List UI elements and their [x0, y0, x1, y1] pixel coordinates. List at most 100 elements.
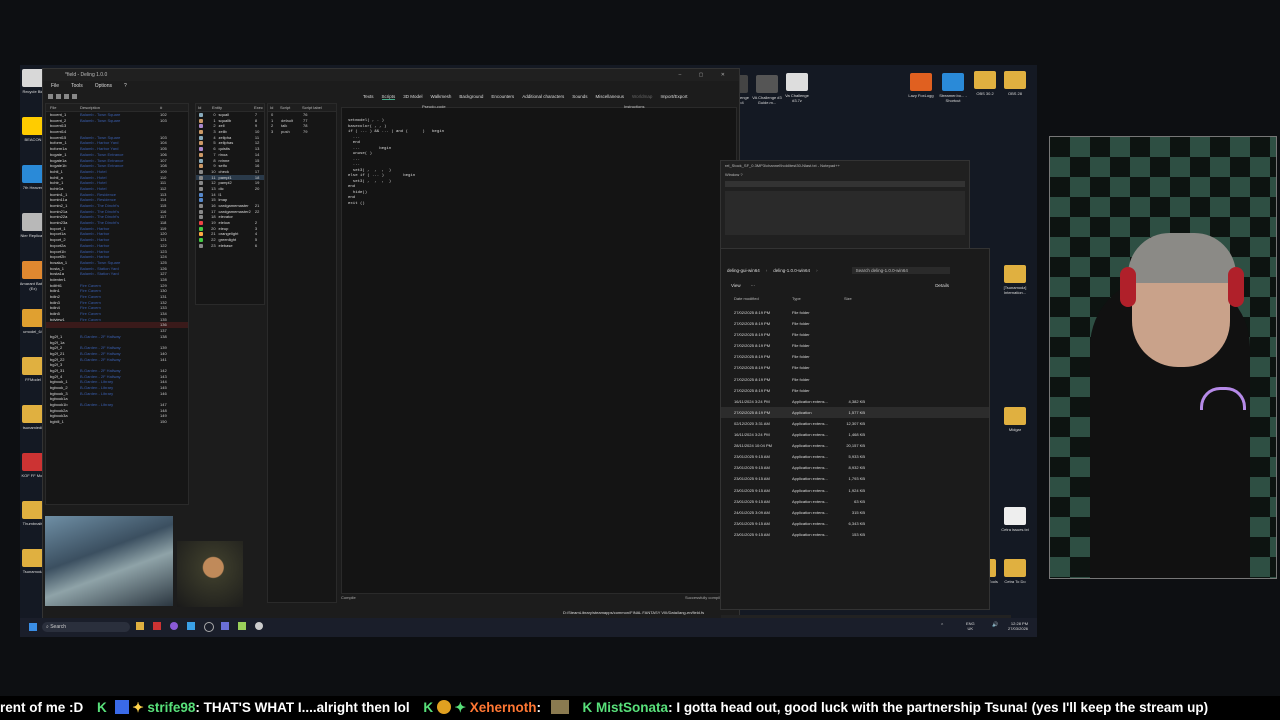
desktop-shortcut-icon[interactable] [22, 213, 44, 231]
desktop-shortcut-icon[interactable] [22, 357, 44, 375]
file-row[interactable]: 27/02/2025 8:19 PM File folder [721, 385, 989, 396]
col-file[interactable]: File [46, 104, 80, 111]
col-date-modified[interactable]: Date modified [721, 294, 792, 304]
file-row[interactable]: 23/01/2025 9:15 AM Application extens... 1… [721, 529, 989, 540]
tab-scripts[interactable]: Scripts [381, 94, 396, 100]
desktop-shortcut-icon[interactable] [22, 309, 44, 327]
desktop-shortcut-icon[interactable] [910, 73, 932, 91]
tray-chevron-up-icon[interactable]: ⌃ [940, 623, 944, 629]
menu-help[interactable]: ? [124, 81, 127, 91]
tab-3d-model[interactable]: 3D Model [403, 94, 422, 100]
tab-texts[interactable]: Texts [363, 94, 374, 100]
col-script-id[interactable]: Id [268, 104, 280, 111]
tab-pseudo-code[interactable]: Pseudo-code [422, 104, 446, 109]
menu-tools[interactable]: Tools [71, 81, 83, 91]
breadcrumb-deling-1-0-0[interactable]: deling-1.0.0-win64 [773, 268, 810, 273]
app-icon-purple[interactable] [170, 622, 178, 630]
menu-file[interactable]: File [51, 81, 59, 91]
clock[interactable]: 12:28 PM 27/03/2026 [1008, 621, 1028, 631]
desktop-shortcut-icon[interactable] [22, 117, 44, 135]
file-row[interactable]: 02/12/2020 3:31 AM Application extens... 1… [721, 418, 989, 429]
file-row[interactable]: 23/01/2025 9:15 AM Application extens... 5… [721, 451, 989, 462]
desktop-shortcut-icon[interactable] [1004, 559, 1026, 577]
compile-button[interactable]: Compile [341, 595, 356, 600]
file-row[interactable]: 27/02/2025 8:19 PM File folder [721, 318, 989, 329]
file-row[interactable]: 27/02/2025 8:19 PM Application 1,577 KB [721, 406, 989, 418]
language-indicator[interactable]: ENG UK [966, 621, 975, 631]
file-row[interactable]: 23/01/2025 9:15 AM Application extens... 1… [721, 473, 989, 484]
tab-miscellaneous[interactable]: Miscellaneous [595, 94, 624, 100]
file-row[interactable]: 23/01/2025 9:15 AM Application extens... 6… [721, 518, 989, 529]
notepad-menu[interactable]: Window ? [721, 170, 969, 179]
view-button[interactable]: View [731, 283, 741, 288]
script-row[interactable]: 3 push 79 [268, 129, 336, 135]
tab-import-export[interactable]: Import/Export [660, 94, 687, 100]
app-icon-settings[interactable] [255, 622, 263, 630]
desktop-shortcut-icon[interactable] [22, 261, 44, 279]
tab-sounds[interactable]: Sounds [572, 94, 587, 100]
file-row[interactable]: 23/01/2025 9:15 AM Application extens... 1… [721, 485, 989, 496]
app-icon-blue[interactable] [187, 622, 195, 630]
details-button[interactable]: Details [935, 283, 949, 288]
col-script[interactable]: Script [280, 104, 302, 111]
file-row[interactable]: 27/02/2025 8:19 PM File folder [721, 362, 989, 373]
notepad-toolbar[interactable] [725, 181, 965, 187]
col-entity-id[interactable]: Id [196, 104, 212, 111]
file-row[interactable]: 16/11/2024 3:24 PM Application extens... 4… [721, 396, 989, 407]
entity-row[interactable]: 23 elebase 6 [196, 243, 264, 249]
file-row[interactable]: 28/11/2024 10:04 PM Application extens...… [721, 440, 989, 451]
desktop-shortcut-icon[interactable] [22, 453, 44, 471]
file-row[interactable]: 23/01/2025 9:15 AM Application extens... 8… [721, 462, 989, 473]
col-type[interactable]: Type [792, 294, 844, 304]
file-row[interactable]: 23/01/2025 9:15 AM Application extens... 6… [721, 496, 989, 507]
desktop-shortcut-icon[interactable] [1004, 407, 1026, 425]
col-exec[interactable]: Exec [254, 104, 263, 111]
col-size[interactable]: Size [844, 294, 852, 304]
open-icon[interactable] [48, 93, 53, 99]
run-icon[interactable] [64, 93, 69, 99]
file-row[interactable]: 27/02/2025 8:19 PM File folder [721, 351, 989, 362]
file-row[interactable]: 16/11/2024 3:24 PM Application extens... 1… [721, 429, 989, 440]
tab-instructions[interactable]: Instructions [624, 104, 644, 109]
app-icon-circle[interactable] [204, 622, 214, 632]
window-controls[interactable]: ‒ ▢ ✕ [679, 69, 733, 81]
menu-options[interactable]: Options [95, 81, 112, 91]
file-row[interactable]: 24/01/2025 3:09 AM Application extens... 3… [721, 507, 989, 518]
app-icon-notepad[interactable] [238, 622, 246, 630]
desktop-shortcut-icon[interactable] [1004, 71, 1026, 89]
file-row[interactable]: 27/02/2025 8:19 PM File folder [721, 329, 989, 340]
taskbar-search[interactable]: ⌕ Search [42, 622, 130, 632]
entity-list[interactable]: Id Entity Exec 0 squall 7 1 squallb 8 2 zell 9 3 z… [195, 103, 265, 305]
desktop-shortcut-icon[interactable] [22, 501, 44, 519]
volume-icon[interactable]: 🔊 [992, 622, 998, 628]
field-row[interactable]: bgbill_1 150 [46, 419, 188, 425]
tab-walkmesh[interactable]: Walkmesh [431, 94, 452, 100]
desktop-shortcut-icon[interactable] [786, 73, 808, 91]
app-icon-discord[interactable] [221, 622, 229, 630]
save-icon[interactable] [56, 93, 61, 99]
file-row[interactable]: 27/02/2025 8:19 PM File folder [721, 307, 989, 318]
explorer-search-input[interactable]: Search deling-1.0.0-win64 [851, 266, 950, 274]
col-entity[interactable]: Entity [212, 104, 254, 111]
col-description[interactable]: Description [80, 104, 160, 111]
col-num[interactable]: # [160, 104, 162, 111]
tab-additional-characters[interactable]: Additional characters [522, 94, 564, 100]
file-explorer-icon[interactable] [136, 622, 144, 630]
more-options-icon[interactable]: ··· [751, 283, 756, 288]
file-row[interactable]: 27/02/2025 8:19 PM File folder [721, 374, 989, 385]
tab-encounters[interactable]: Encounters [491, 94, 514, 100]
file-row[interactable]: 27/02/2025 8:19 PM File folder [721, 340, 989, 351]
desktop-shortcut-icon[interactable] [974, 71, 996, 89]
desktop-shortcut-icon[interactable] [942, 73, 964, 91]
field-list[interactable]: File Description # bccent_1 Balamb - Town… [45, 103, 189, 505]
desktop-shortcut-icon[interactable] [22, 405, 44, 423]
desktop-shortcut-icon[interactable] [22, 549, 44, 567]
desktop-shortcut-icon[interactable] [756, 75, 778, 93]
pseudo-code-text[interactable]: setmodel( , . ) basecolor( , , ) if ( ...… [348, 119, 444, 207]
app-icon-red[interactable] [153, 622, 161, 630]
desktop-shortcut-icon[interactable] [22, 69, 44, 87]
notepad-editor[interactable] [725, 191, 965, 235]
col-script-label[interactable]: Script label [302, 104, 322, 111]
desktop-shortcut-icon[interactable] [22, 165, 44, 183]
script-list[interactable]: Id Script Script label 0 76 1 default 77 2 tal… [267, 103, 337, 603]
